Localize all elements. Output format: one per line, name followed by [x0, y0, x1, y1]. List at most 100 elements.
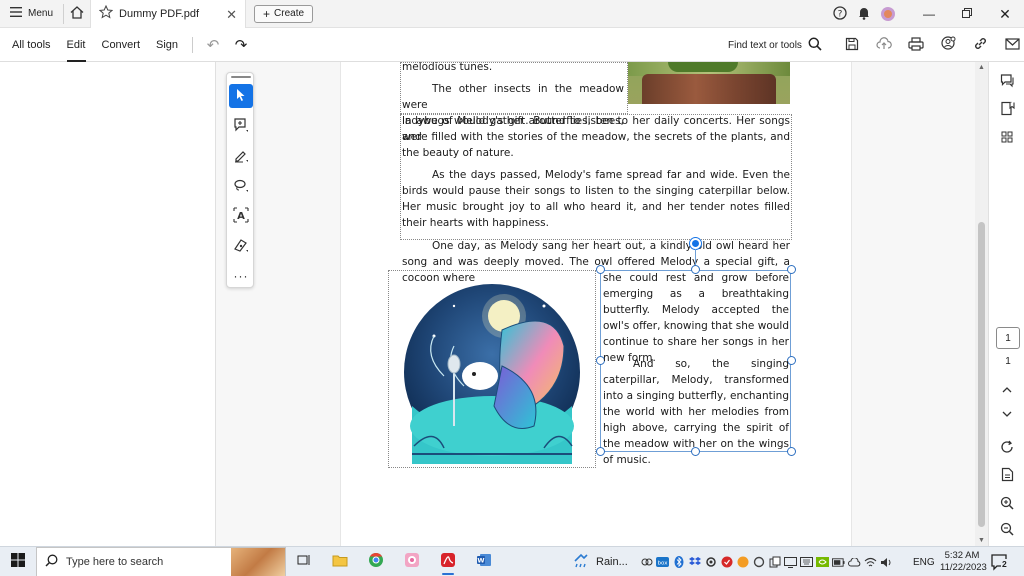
chrome-app[interactable]	[358, 547, 394, 576]
acrobat-app[interactable]	[430, 547, 466, 576]
tab-convert[interactable]: Convert	[94, 28, 149, 62]
tab-title: Dummy PDF.pdf	[119, 7, 200, 20]
share-button[interactable]	[932, 28, 964, 62]
task-view-button[interactable]	[286, 547, 322, 576]
word-app[interactable]: W	[466, 547, 502, 576]
draw-tool-button[interactable]	[229, 174, 253, 198]
next-page-button[interactable]	[997, 404, 1017, 424]
clock-date: 11/22/2023	[940, 562, 987, 573]
find-text-tools[interactable]: Find text or tools	[728, 28, 822, 62]
taskbar-search[interactable]: Type here to search	[36, 546, 286, 576]
paragraph[interactable]: As the days passed, Melody's fame spread…	[402, 167, 790, 231]
volume-icon[interactable]	[880, 556, 893, 569]
zoom-out-button[interactable]	[997, 520, 1017, 540]
pen-icon	[233, 147, 249, 166]
photos-app[interactable]	[394, 547, 430, 576]
vertical-scrollbar[interactable]: ▲ ▼	[975, 62, 988, 546]
plus-icon: +	[263, 6, 271, 21]
restore-button[interactable]	[948, 0, 986, 28]
text-line[interactable]: melodious tunes.	[402, 59, 626, 75]
redo-button[interactable]: ↷	[227, 28, 255, 62]
bluetooth-icon[interactable]	[672, 556, 685, 569]
nvidia-tray-icon[interactable]	[816, 556, 829, 569]
current-page-input[interactable]: 1	[996, 327, 1020, 349]
print-button[interactable]	[900, 28, 932, 62]
tab-all-tools[interactable]: All tools	[4, 28, 59, 62]
scroll-up-arrow[interactable]: ▲	[975, 64, 988, 71]
close-window-button[interactable]: ✕	[986, 0, 1024, 28]
rotate-handle[interactable]	[690, 238, 701, 249]
windows-logo-icon	[11, 553, 25, 570]
link-tray-icon[interactable]	[640, 556, 653, 569]
clock[interactable]: 5:32 AM 11/22/2023	[940, 550, 987, 574]
scroll-down-arrow[interactable]: ▼	[975, 537, 988, 544]
butterfly-image[interactable]	[394, 276, 590, 464]
scroll-thumb[interactable]	[978, 222, 985, 527]
home-icon	[70, 5, 84, 22]
page-fit-button[interactable]	[997, 466, 1017, 486]
settings-tray-icon[interactable]	[704, 556, 717, 569]
right-rail: 1 1	[988, 62, 1024, 546]
bookmark-icon	[1000, 101, 1015, 119]
add-comment-button[interactable]	[229, 114, 253, 138]
paragraph[interactable]: ladybugs would gather around to listen t…	[402, 113, 790, 161]
paragraph[interactable]: she could rest and grow before emerging …	[603, 270, 789, 366]
word-icon: W	[476, 552, 492, 571]
update-tray-icon[interactable]	[736, 556, 749, 569]
language-indicator[interactable]: ENG	[913, 547, 935, 576]
zoom-in-button[interactable]	[997, 494, 1017, 514]
help-button[interactable]: ?	[828, 0, 852, 28]
highlight-tool-button[interactable]	[229, 144, 253, 168]
sign-tool-button[interactable]	[229, 234, 253, 258]
more-tools-button[interactable]: ···	[229, 264, 253, 288]
cloud-tray-icon[interactable]	[848, 556, 861, 569]
refresh-icon	[1000, 440, 1014, 457]
file-explorer-app[interactable]	[322, 547, 358, 576]
tab-edit[interactable]: Edit	[59, 28, 94, 62]
keyboard-tray-icon[interactable]	[800, 556, 813, 569]
close-icon: ✕	[999, 5, 1011, 22]
account-avatar[interactable]	[876, 0, 900, 28]
select-tool-button[interactable]	[229, 84, 253, 108]
text-tool-button[interactable]: A	[229, 204, 253, 228]
display-tray-icon[interactable]	[784, 556, 797, 569]
bookmarks-panel-button[interactable]	[997, 100, 1017, 120]
cursor-arrow-icon	[235, 88, 247, 105]
home-button[interactable]	[64, 0, 90, 28]
upload-button[interactable]	[868, 28, 900, 62]
panel-grip[interactable]	[231, 76, 251, 78]
document-tab[interactable]: Dummy PDF.pdf ✕	[90, 0, 247, 28]
link-icon	[973, 36, 988, 54]
copy-tray-icon[interactable]	[768, 556, 781, 569]
star-icon[interactable]	[98, 4, 114, 22]
create-label: Create	[274, 8, 305, 19]
start-button[interactable]	[0, 547, 36, 576]
security-tray-icon[interactable]	[720, 556, 733, 569]
dropbox-icon[interactable]	[688, 556, 701, 569]
notification-center-button[interactable]: 2	[990, 553, 1010, 571]
close-tab-icon[interactable]: ✕	[226, 7, 237, 23]
box-tray-icon[interactable]: box	[656, 556, 669, 569]
undo-button[interactable]: ↶	[199, 28, 227, 62]
wifi-icon[interactable]	[864, 556, 877, 569]
battery-icon[interactable]	[832, 556, 845, 569]
link-button[interactable]	[964, 28, 996, 62]
menu-button[interactable]: Menu	[0, 0, 63, 28]
tab-sign[interactable]: Sign	[148, 28, 186, 62]
refresh-button[interactable]	[997, 438, 1017, 458]
notifications-button[interactable]	[852, 0, 876, 28]
photos-icon	[404, 552, 420, 571]
meet-tray-icon[interactable]	[752, 556, 765, 569]
weather-widget[interactable]: Rain...	[572, 547, 628, 576]
paragraph[interactable]: And so, the singing caterpillar, Melody,…	[603, 356, 789, 468]
comments-panel-button[interactable]	[997, 72, 1017, 92]
bell-icon	[857, 6, 871, 23]
create-button[interactable]: + Create	[254, 4, 314, 23]
save-button[interactable]	[836, 28, 868, 62]
email-button[interactable]	[996, 28, 1024, 62]
previous-page-button[interactable]	[997, 380, 1017, 400]
stump-image[interactable]	[628, 62, 790, 104]
title-bar: Menu Dummy PDF.pdf ✕ + Create ? — ✕	[0, 0, 1024, 28]
minimize-button[interactable]: —	[910, 0, 948, 28]
thumbnails-panel-button[interactable]	[997, 128, 1017, 148]
